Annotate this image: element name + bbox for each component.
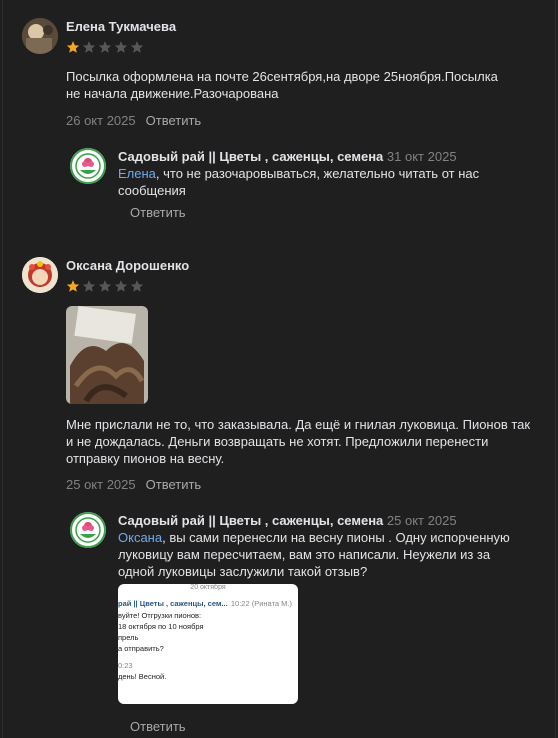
star-empty-icon bbox=[130, 280, 144, 292]
rating-stars bbox=[66, 40, 144, 54]
shot-line: а отправить? bbox=[118, 644, 164, 653]
shot-header: 20 октября bbox=[190, 584, 226, 591]
shot-line: 18 октября по 10 ноября bbox=[118, 622, 204, 631]
flower-logo-icon bbox=[70, 512, 106, 548]
mention-link[interactable]: Елена bbox=[118, 166, 156, 181]
answer-text: Елена, что не разочаровываться, желатель… bbox=[118, 165, 508, 199]
star-empty-icon bbox=[114, 280, 128, 292]
answer-body: , что не разочаровываться, желательно чи… bbox=[118, 166, 480, 198]
avatar[interactable] bbox=[22, 18, 58, 54]
shot-line: вуйте! Отгрузки пионов: bbox=[118, 611, 202, 620]
star-empty-icon bbox=[82, 41, 96, 53]
star-empty-icon bbox=[98, 41, 112, 53]
group-avatar[interactable] bbox=[70, 148, 106, 184]
star-empty-icon bbox=[114, 41, 128, 53]
answer-header: Садовый рай || Цветы , саженцы, семена 3… bbox=[118, 149, 457, 164]
comment-meta: 26 окт 2025 Ответить bbox=[66, 113, 201, 128]
answer-body: , вы сами перенесли на весну пионы . Одн… bbox=[118, 530, 510, 579]
shot-time: 10:22 (Рината М.) bbox=[230, 599, 292, 608]
star-filled-icon bbox=[66, 41, 80, 53]
flower-logo-icon bbox=[70, 148, 106, 184]
attached-photo[interactable] bbox=[66, 306, 148, 404]
star-empty-icon bbox=[130, 41, 144, 53]
star-empty-icon bbox=[98, 280, 112, 292]
answer-header: Садовый рай || Цветы , саженцы, семена 2… bbox=[118, 513, 457, 528]
reply-button[interactable]: Ответить bbox=[146, 477, 202, 492]
shot-line: день! Весной. bbox=[118, 672, 167, 681]
shot-line: прель bbox=[118, 633, 139, 642]
group-avatar[interactable] bbox=[70, 512, 106, 548]
answer-reply-button[interactable]: Ответить bbox=[130, 205, 186, 220]
author-name[interactable]: Оксана Дорошенко bbox=[66, 258, 189, 273]
reply-button[interactable]: Ответить bbox=[146, 113, 202, 128]
frame-border-left bbox=[2, 0, 3, 738]
comment-text: Посылка оформлена на почте 26сентября,на… bbox=[66, 69, 498, 101]
comment-text: Мне прислали не то, что заказывала. Да е… bbox=[66, 417, 531, 466]
attached-screenshot[interactable]: 20 октября рай || Цветы , саженцы, сем..… bbox=[118, 584, 298, 704]
avatar[interactable] bbox=[22, 257, 58, 293]
comment-date: 26 окт 2025 bbox=[66, 113, 136, 128]
answer-reply-button[interactable]: Ответить bbox=[130, 719, 186, 734]
comment-meta: 25 окт 2025 Ответить bbox=[66, 477, 201, 492]
mention-link[interactable]: Оксана bbox=[118, 530, 162, 545]
answer-date: 25 окт 2025 bbox=[386, 513, 457, 528]
group-name[interactable]: Садовый рай || Цветы , саженцы, семена bbox=[118, 149, 383, 164]
frame-border-right bbox=[555, 0, 556, 738]
answer-text: Оксана, вы сами перенесли на весну пионы… bbox=[118, 529, 518, 580]
star-empty-icon bbox=[82, 280, 96, 292]
group-name[interactable]: Садовый рай || Цветы , саженцы, семена bbox=[118, 513, 383, 528]
shot-time2: 0:23 bbox=[118, 661, 133, 670]
rating-stars bbox=[66, 279, 144, 293]
comment-date: 25 окт 2025 bbox=[66, 477, 136, 492]
star-filled-icon bbox=[66, 280, 80, 292]
shot-sender: рай || Цветы , саженцы, сем... bbox=[118, 599, 228, 608]
answer-date: 31 окт 2025 bbox=[386, 149, 457, 164]
author-name[interactable]: Елена Тукмачева bbox=[66, 19, 176, 34]
